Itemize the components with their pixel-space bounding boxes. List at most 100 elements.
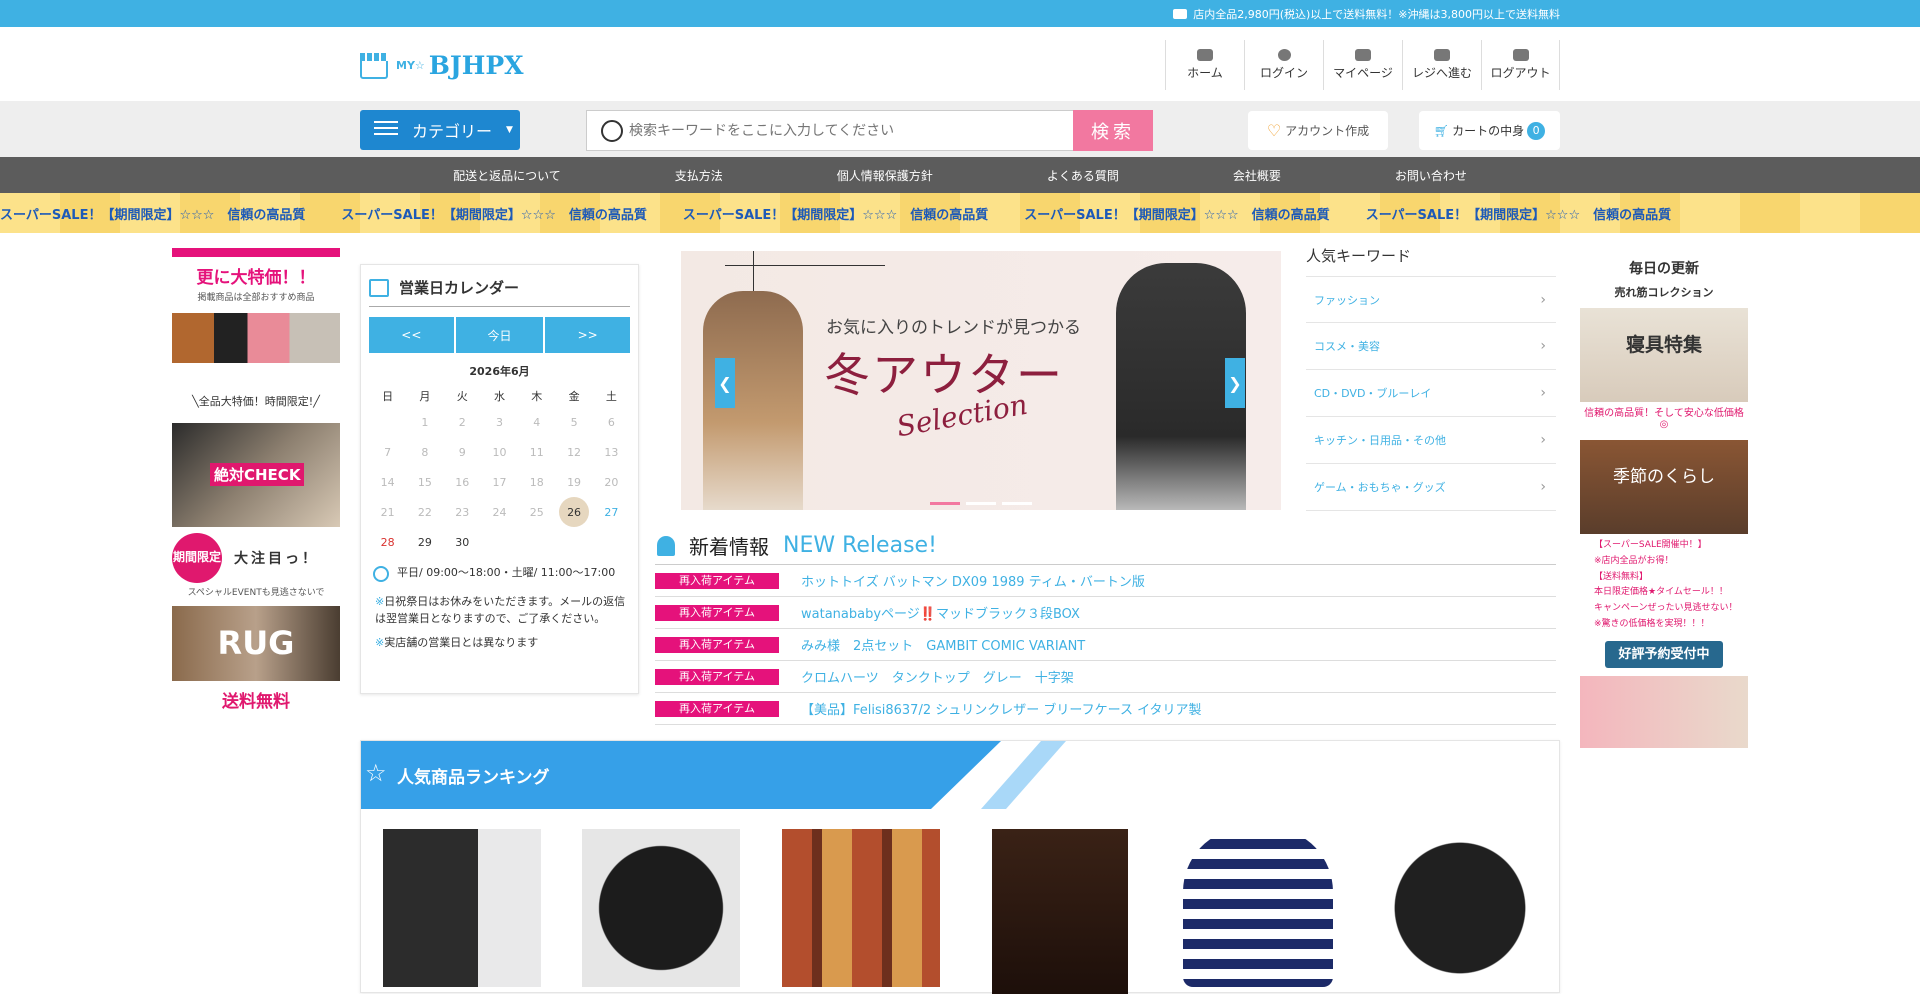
note-mark: ※ xyxy=(375,595,385,608)
keyword-label: CD・DVD・ブルーレイ xyxy=(1314,387,1432,400)
dow-label: 月 xyxy=(419,390,431,403)
sale-banner-strip[interactable]: スーパーSALE！【期間限定】☆☆☆ 信頼の高品質 スーパーSALE！【期間限定… xyxy=(0,193,1920,233)
slider-dot[interactable] xyxy=(1002,502,1032,505)
keyword-item[interactable]: ゲーム・おもちゃ・グッズ › xyxy=(1306,464,1556,511)
calendar-today-button[interactable]: 今日 xyxy=(455,317,544,353)
bags-image xyxy=(172,313,340,363)
news-link[interactable]: クロムハーツ タンクトップ グレー 十字架 xyxy=(801,667,1074,686)
popular-keywords: 人気キーワード ファッション › コスメ・美容 › CD・DVD・ブルーレイ › キッ… xyxy=(1306,245,1556,511)
site-logo[interactable]: MY☆ BJHPX xyxy=(360,51,524,80)
global-nav: 配送と返品について 支払方法 個人情報保護方針 よくある質問 会社概要 お問い合… xyxy=(0,157,1920,193)
gnav-faq[interactable]: よくある質問 xyxy=(990,167,1176,184)
limited-banner[interactable]: 期間限定 大注目っ！ xyxy=(172,533,340,583)
sale-note: 本日限定価格★タイムセール！！ xyxy=(1594,587,1728,598)
sale-note: 【スーパーSALE開催中！】 xyxy=(1594,540,1707,550)
keyword-item[interactable]: ファッション › xyxy=(1306,276,1556,323)
shipping-info-bar: 店内全品2,980円(税込)以上で送料無料！※沖縄は3,800円以上で送料無料 xyxy=(0,0,1920,27)
sale-strip-text: スーパーSALE！【期間限定】☆☆☆ 信頼の高品質 xyxy=(1024,207,1330,223)
calendar-day: 12 xyxy=(567,445,582,459)
sale-strip-text: スーパーSALE！【期間限定】☆☆☆ 信頼の高品質 xyxy=(1365,207,1672,223)
user-icon xyxy=(1277,49,1291,61)
product-image-cd-set[interactable] xyxy=(782,829,940,987)
calendar-day: 20 xyxy=(604,475,619,489)
business-hours: 平日/ 09:00～18:00・土曜/ 11:00～17:00 xyxy=(369,565,630,582)
reservation-button[interactable]: 好評予約受付中 xyxy=(1605,640,1723,668)
calendar-day: 24 xyxy=(492,505,507,519)
bedding-banner[interactable]: 寝具特集 xyxy=(1580,308,1748,402)
nav-label: ホーム xyxy=(1187,66,1223,80)
product-image-briefcase[interactable] xyxy=(582,829,740,987)
sale-note: ※店内全品がお得！ xyxy=(1594,555,1674,566)
calendar-note: ※日祝祭日はお休みをいただきます。メールの返信は翌営業日となりますので、ご了承く… xyxy=(369,594,630,627)
hero-slider[interactable]: お気に入りのトレンドが見つかる 冬アウター Selection ❮ ❯ xyxy=(681,251,1281,510)
ranking-header-accent xyxy=(981,741,1066,809)
right-banner-column: 毎日の更新 売れ筋コレクション 寝具特集 信頼の高品質！そして安心な低価格◎ 季… xyxy=(1580,258,1748,748)
register-icon xyxy=(1434,49,1450,61)
calendar-icon xyxy=(369,278,389,297)
keyword-item[interactable]: キッチン・日用品・その他 › xyxy=(1306,417,1556,464)
calendar-day: 4 xyxy=(533,415,541,429)
chevron-right-icon: › xyxy=(1540,385,1546,401)
calendar-month: 2026年6月 xyxy=(469,365,530,378)
calendar-note-text: 実店舗の営業日とは異なります xyxy=(384,636,539,649)
sale-banner[interactable]: 更に大特価！！ 掲載商品は全部おすすめ商品 xyxy=(172,248,340,363)
cart-button[interactable]: 🛒︎ カートの中身 0 xyxy=(1419,111,1560,150)
note-mark: ※ xyxy=(375,636,385,649)
menu-icon xyxy=(374,121,398,139)
news-link[interactable]: ホットトイズ バットマン DX09 1989 ティム・バートン版 xyxy=(801,571,1145,590)
chevron-right-icon: › xyxy=(1540,338,1546,354)
restock-tag: 再入荷アイテム xyxy=(655,636,779,653)
promo-banner[interactable] xyxy=(1580,675,1748,748)
nav-label: ログイン xyxy=(1259,66,1308,80)
category-label: カテゴリー xyxy=(412,122,493,141)
calendar-day: 11 xyxy=(529,445,544,459)
nav-mypage[interactable]: マイページ xyxy=(1323,40,1402,90)
news-link[interactable]: 【美品】Felisi8637/2 シュリンクレザー ブリーフケース イタリア製 xyxy=(801,699,1202,718)
limited-badge: 期間限定 xyxy=(172,533,222,583)
calendar-prev-button[interactable]: << xyxy=(369,317,454,353)
create-account-button[interactable]: ♡ アカウント作成 xyxy=(1248,111,1388,150)
search-input[interactable] xyxy=(623,122,1063,139)
slider-dot[interactable] xyxy=(930,502,960,505)
calendar-day: 25 xyxy=(529,505,544,519)
gnav-payment[interactable]: 支払方法 xyxy=(618,167,780,184)
keyword-item[interactable]: CD・DVD・ブルーレイ › xyxy=(1306,370,1556,417)
keyword-label: コスメ・美容 xyxy=(1314,340,1380,353)
keyword-label: キッチン・日用品・その他 xyxy=(1314,434,1446,447)
category-button[interactable]: カテゴリー ▼ xyxy=(360,110,520,150)
sale-banner-title: 更に大特価！！ xyxy=(196,268,316,288)
keyword-item[interactable]: コスメ・美容 › xyxy=(1306,323,1556,370)
slider-prev-button[interactable]: ❮ xyxy=(715,358,735,408)
nav-checkout[interactable]: レジへ進む xyxy=(1402,40,1481,90)
calendar-day: 8 xyxy=(421,445,429,459)
nav-login[interactable]: ログイン xyxy=(1244,40,1323,90)
nav-logout[interactable]: ログアウト xyxy=(1481,40,1560,90)
gnav-contact[interactable]: お問い合わせ xyxy=(1338,167,1524,184)
free-shipping-banner[interactable]: 送料無料 xyxy=(172,687,340,712)
sale-note: 【送料無料】 xyxy=(1594,571,1649,582)
dow-label: 金 xyxy=(568,390,580,403)
cart-count-badge: 0 xyxy=(1527,121,1546,140)
product-image-backpack[interactable] xyxy=(383,829,541,987)
gnav-privacy[interactable]: 個人情報保護方針 xyxy=(780,167,990,184)
gnav-company[interactable]: 会社概要 xyxy=(1176,167,1338,184)
search-button[interactable]: 検索 xyxy=(1073,110,1153,151)
slider-next-button[interactable]: ❯ xyxy=(1225,358,1245,408)
nav-home[interactable]: ホーム xyxy=(1165,40,1244,90)
season-banner[interactable]: 季節のくらし xyxy=(1580,440,1748,534)
product-image-rugby-shirt[interactable] xyxy=(1183,829,1333,987)
news-link[interactable]: watanababyページ‼️マッドブラック３段BOX xyxy=(801,603,1080,622)
news-link[interactable]: みみ様 2点セット GAMBIT COMIC VARIANT xyxy=(801,635,1085,654)
calendar-title: 営業日カレンダー xyxy=(399,279,520,297)
star-icon: ☆ xyxy=(365,759,387,787)
slider-dot[interactable] xyxy=(966,502,996,505)
calendar-next-button[interactable]: >> xyxy=(545,317,630,353)
check-banner[interactable]: 絶対CHECK xyxy=(172,423,340,527)
product-image-bag[interactable] xyxy=(1381,829,1539,987)
caret-down-icon: ▼ xyxy=(506,125,513,135)
product-image-screen[interactable] xyxy=(992,829,1128,994)
rug-banner[interactable]: RUG xyxy=(172,606,340,681)
chevron-right-icon: › xyxy=(1540,291,1546,308)
business-calendar: 営業日カレンダー << 今日 >> 2026年6月 日 月 火 水 木 金 土 … xyxy=(360,264,639,694)
gnav-shipping[interactable]: 配送と返品について xyxy=(396,167,618,184)
